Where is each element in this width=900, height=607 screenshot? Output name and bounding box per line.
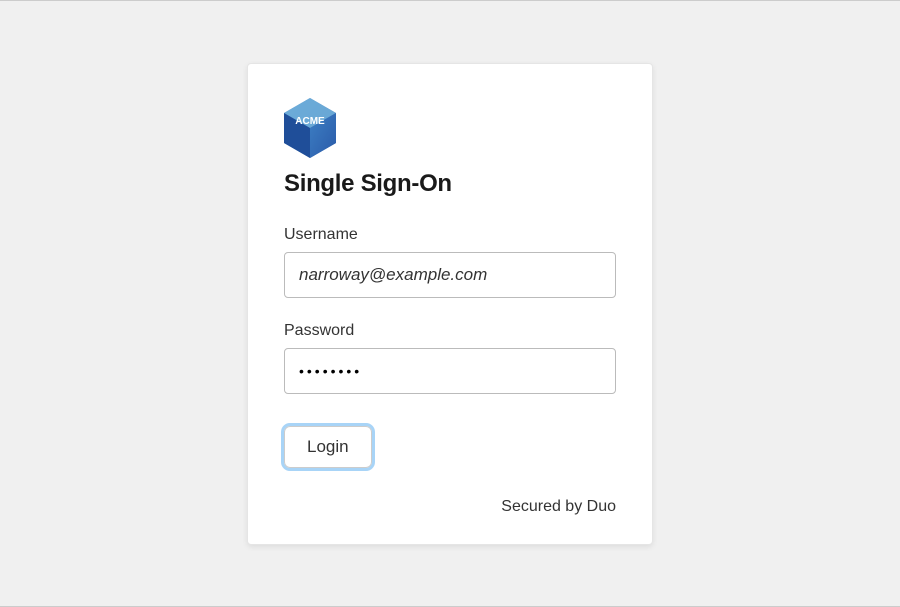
- username-group: Username: [284, 226, 616, 298]
- brand-logo: ACME: [284, 98, 616, 158]
- password-group: Password: [284, 322, 616, 394]
- username-input[interactable]: [284, 252, 616, 298]
- page-title: Single Sign-On: [284, 170, 616, 198]
- login-button[interactable]: Login: [284, 426, 372, 468]
- password-input[interactable]: [284, 348, 616, 394]
- username-label: Username: [284, 226, 616, 244]
- acme-logo-icon: ACME: [284, 98, 336, 158]
- svg-text:ACME: ACME: [295, 116, 325, 127]
- password-label: Password: [284, 322, 616, 340]
- login-card: ACME Single Sign-On Username Password Lo…: [247, 63, 653, 545]
- secured-by-text: Secured by Duo: [284, 498, 616, 516]
